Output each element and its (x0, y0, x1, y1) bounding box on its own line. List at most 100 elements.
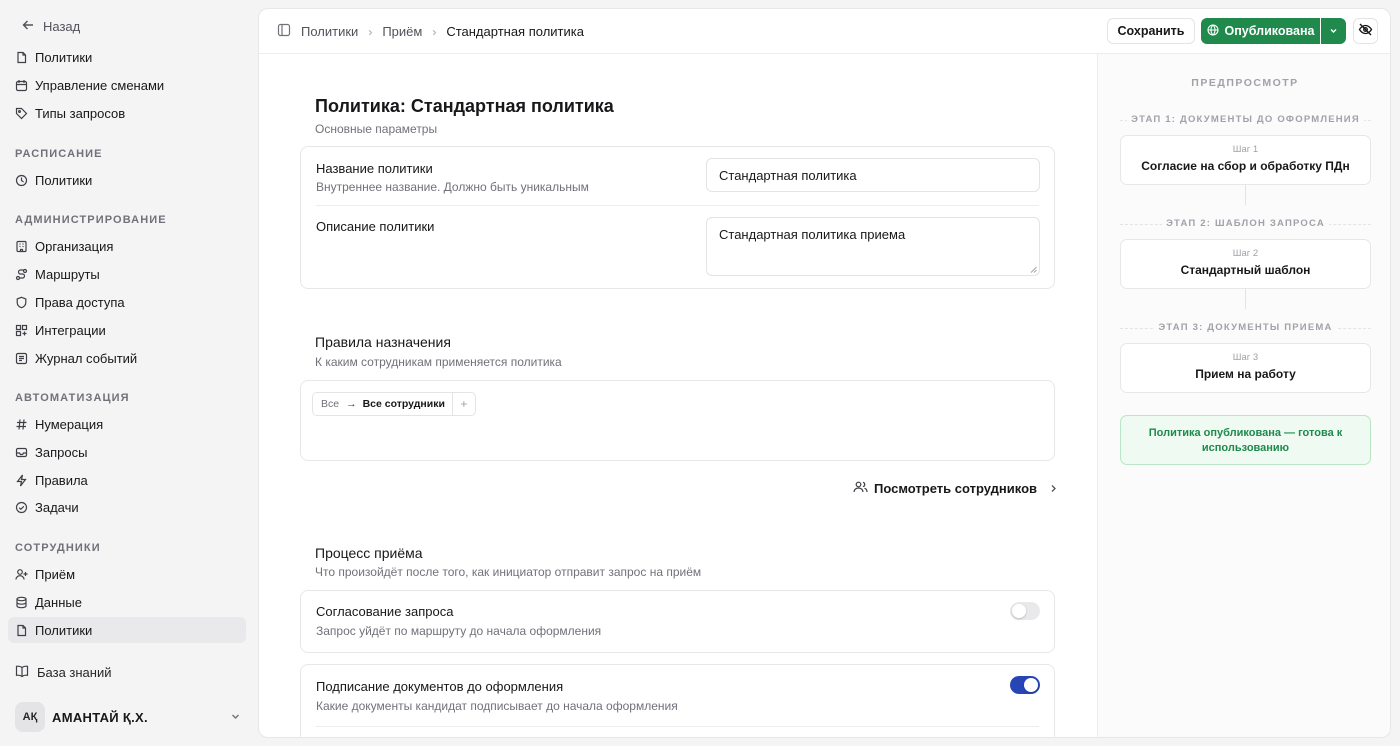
sidebar-item-access-rights[interactable]: Права доступа (8, 289, 246, 315)
sidebar-item-integrations[interactable]: Интеграции (8, 317, 246, 343)
add-rule-button[interactable]: + (451, 393, 475, 415)
sidebar-item-shifts[interactable]: Управление сменами (8, 72, 246, 98)
sidebar-item-label: Данные (35, 594, 82, 610)
stage-label-text: ЭТАП 1: ДОКУМЕНТЫ ДО ОФОРМЛЕНИЯ (1127, 114, 1364, 125)
rule-chip-to: Все сотрудники (362, 398, 445, 410)
sidebar-item-hiring[interactable]: Приём (8, 561, 246, 587)
sidebar-item-data[interactable]: Данные (8, 589, 246, 615)
chevron-right-icon: › (432, 24, 437, 39)
process-subtitle: Что произойдёт после того, как инициатор… (315, 565, 702, 579)
clock-icon (15, 174, 28, 187)
knowledge-base-label: База знаний (37, 665, 112, 680)
step-number: Шаг 1 (1232, 144, 1259, 155)
resize-handle-icon[interactable] (1030, 266, 1037, 273)
toggle-knob (1012, 604, 1026, 618)
rule-chip[interactable]: Все → Все сотрудники + (312, 392, 476, 416)
rules-title: Правила назначения (315, 334, 451, 350)
signing-toggle[interactable] (1010, 676, 1040, 694)
approval-label: Согласование запроса (316, 604, 454, 619)
sidebar-item-policies[interactable]: Политики (8, 44, 246, 70)
user-menu[interactable]: АҚ АМАНТАЙ Қ.Х. (15, 702, 241, 732)
sidebar-item-label: Политики (35, 622, 93, 638)
sidebar-item-label: Политики (35, 172, 93, 188)
breadcrumb-policies[interactable]: Политики (301, 24, 358, 39)
preview-title: ПРЕДПРОСМОТР (1191, 77, 1299, 89)
save-button[interactable]: Сохранить (1107, 18, 1195, 44)
sidebar-item-label: Маршруты (35, 266, 100, 282)
sidebar-toggle-icon[interactable] (277, 23, 291, 40)
document-icon (15, 51, 28, 64)
sidebar-item-label: Управление сменами (35, 77, 165, 93)
sidebar: Назад Политики Управление сменами Типы з… (0, 0, 254, 746)
rules-subtitle: К каким сотрудникам применяется политика (315, 355, 562, 369)
back-label: Назад (43, 19, 81, 34)
section-label-schedule: РАСПИСАНИЕ (15, 148, 103, 160)
stage-label-3: ЭТАП 3: ДОКУМЕНТЫ ПРИЕМА (1120, 322, 1371, 333)
sidebar-item-routes[interactable]: Маршруты (8, 261, 246, 287)
basic-params-card: Название политики Внутреннее название. Д… (300, 146, 1055, 289)
preview-step-3: Шаг 3 Прием на работу (1120, 343, 1371, 393)
bolt-icon (15, 474, 28, 487)
sidebar-item-label: Организация (35, 238, 114, 254)
policy-name-input[interactable]: Стандартная политика (706, 158, 1040, 192)
sidebar-item-requests[interactable]: Запросы (8, 439, 246, 465)
breadcrumb: Политики › Приём › Стандартная политика (277, 23, 584, 40)
step-number: Шаг 3 (1232, 352, 1259, 363)
log-icon (15, 352, 28, 365)
arrow-left-icon (22, 19, 34, 34)
publish-status-note: Политика опубликована — готова к использ… (1120, 415, 1371, 465)
sidebar-item-event-log[interactable]: Журнал событий (8, 345, 246, 371)
hide-preview-button[interactable] (1353, 18, 1378, 44)
publish-label: Опубликована (1224, 24, 1315, 38)
tag-icon (15, 107, 28, 120)
rules-card: Все → Все сотрудники + (300, 380, 1055, 461)
signing-hint: Какие документы кандидат подписывает до … (316, 699, 678, 713)
sidebar-item-organization[interactable]: Организация (8, 233, 246, 259)
view-employees-link[interactable]: Посмотреть сотрудников (853, 480, 1058, 497)
view-employees-label: Посмотреть сотрудников (874, 481, 1037, 496)
publish-button[interactable]: Опубликована (1201, 18, 1320, 44)
connector-line (1245, 289, 1246, 309)
sidebar-item-label: Журнал событий (35, 350, 138, 366)
sidebar-item-rules[interactable]: Правила (8, 467, 246, 493)
step-name: Прием на работу (1195, 367, 1296, 381)
sidebar-item-label: Права доступа (35, 294, 125, 310)
sidebar-item-schedule-policies[interactable]: Политики (8, 167, 246, 193)
calendar-icon (15, 79, 28, 92)
signing-card: Подписание документов до оформления Каки… (300, 664, 1055, 737)
main-panel: Политики › Приём › Стандартная политика … (258, 8, 1391, 738)
user-name: АМАНТАЙ Қ.Х. (52, 709, 148, 725)
content-area: Политика: Стандартная политика Основные … (259, 54, 1097, 737)
document-icon (15, 624, 28, 637)
publish-dropdown-button[interactable] (1321, 18, 1346, 44)
sidebar-item-employee-policies[interactable]: Политики (8, 617, 246, 643)
page-subtitle: Основные параметры (315, 122, 438, 136)
approval-toggle[interactable] (1010, 602, 1040, 620)
preview-step-2: Шаг 2 Стандартный шаблон (1120, 239, 1371, 289)
rule-chip-from: Все (321, 398, 340, 410)
breadcrumb-hiring[interactable]: Приём (382, 24, 422, 39)
sidebar-item-label: Запросы (35, 444, 88, 460)
arrow-right-icon: → (346, 398, 357, 410)
sidebar-item-numbering[interactable]: Нумерация (8, 411, 246, 437)
shield-icon (15, 296, 28, 309)
stage-label-text: ЭТАП 2: ШАБЛОН ЗАПРОСА (1162, 218, 1329, 229)
approval-card: Согласование запроса Запрос уйдёт по мар… (300, 590, 1055, 653)
hash-icon (15, 418, 28, 431)
connector-line (1245, 185, 1246, 205)
preview-panel: ПРЕДПРОСМОТР ЭТАП 1: ДОКУМЕНТЫ ДО ОФОРМЛ… (1097, 54, 1390, 737)
chevron-down-icon (230, 710, 241, 725)
divider (316, 205, 1039, 206)
policy-description-textarea[interactable]: Стандартная политика приема (706, 217, 1040, 276)
back-link[interactable]: Назад (22, 19, 80, 34)
top-bar: Политики › Приём › Стандартная политика … (259, 9, 1390, 54)
knowledge-base-link[interactable]: База знаний (15, 664, 112, 681)
sidebar-item-label: Интеграции (35, 322, 106, 338)
stage-label-2: ЭТАП 2: ШАБЛОН ЗАПРОСА (1120, 218, 1371, 229)
policy-name-label: Название политики (316, 161, 433, 176)
sidebar-item-tasks[interactable]: Задачи (8, 494, 246, 520)
book-icon (15, 664, 29, 681)
users-icon (853, 480, 868, 497)
sidebar-item-label: Приём (35, 566, 76, 582)
sidebar-item-request-types[interactable]: Типы запросов (8, 100, 246, 126)
